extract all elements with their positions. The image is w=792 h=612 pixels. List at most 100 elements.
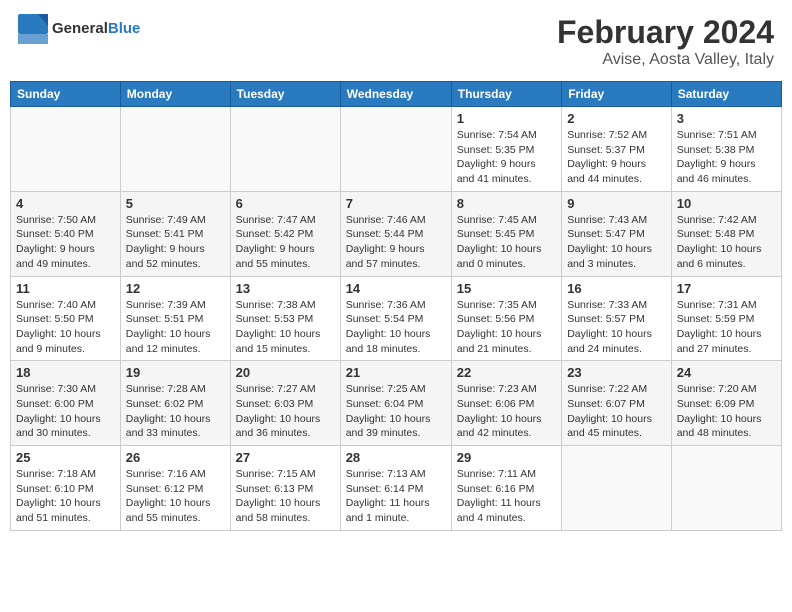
day-number: 18 (16, 365, 115, 380)
day-number: 24 (677, 365, 776, 380)
day-number: 3 (677, 111, 776, 126)
day-cell: 27Sunrise: 7:15 AM Sunset: 6:13 PM Dayli… (230, 446, 340, 531)
day-cell: 21Sunrise: 7:25 AM Sunset: 6:04 PM Dayli… (340, 361, 451, 446)
week-row-2: 4 Sunrise: 7:50 AM Sunset: 5:40 PM Daylig… (11, 191, 782, 276)
day-cell: 7 Sunrise: 7:46 AM Sunset: 5:44 PM Daylig… (340, 191, 451, 276)
day-cell: 13 Sunrise: 7:38 AM Sunset: 5:53 PM Dayli… (230, 276, 340, 361)
day-number: 23 (567, 365, 666, 380)
day-cell: 8 Sunrise: 7:45 AM Sunset: 5:45 PM Daylig… (451, 191, 561, 276)
day-cell: 10 Sunrise: 7:42 AM Sunset: 5:48 PM Dayli… (671, 191, 781, 276)
day-info: Sunrise: 7:42 AM Sunset: 5:48 PM Dayligh… (677, 213, 776, 272)
day-cell: 6Sunrise: 7:47 AM Sunset: 5:42 PM Daylig… (230, 191, 340, 276)
day-cell: 11 Sunrise: 7:40 AM Sunset: 5:50 PM Dayli… (11, 276, 121, 361)
day-info: Sunrise: 7:45 AM Sunset: 5:45 PM Dayligh… (457, 213, 556, 272)
day-cell: 26 Sunrise: 7:16 AM Sunset: 6:12 PM Dayli… (120, 446, 230, 531)
day-info: Sunrise: 7:49 AM Sunset: 5:41 PM Dayligh… (126, 213, 225, 272)
day-cell: 9Sunrise: 7:43 AM Sunset: 5:47 PM Daylig… (562, 191, 672, 276)
day-info: Sunrise: 7:40 AM Sunset: 5:50 PM Dayligh… (16, 298, 115, 357)
day-cell (120, 107, 230, 192)
day-number: 13 (236, 281, 335, 296)
column-header-sunday: Sunday (11, 82, 121, 107)
day-info: Sunrise: 7:36 AM Sunset: 5:54 PM Dayligh… (346, 298, 446, 357)
column-header-wednesday: Wednesday (340, 82, 451, 107)
day-cell: 3 Sunrise: 7:51 AM Sunset: 5:38 PM Daylig… (671, 107, 781, 192)
day-cell: 29 Sunrise: 7:11 AM Sunset: 6:16 PM Dayli… (451, 446, 561, 531)
day-info: Sunrise: 7:16 AM Sunset: 6:12 PM Dayligh… (126, 467, 225, 526)
day-cell: 12 Sunrise: 7:39 AM Sunset: 5:51 PM Dayli… (120, 276, 230, 361)
day-cell: 5 Sunrise: 7:49 AM Sunset: 5:41 PM Daylig… (120, 191, 230, 276)
day-info: Sunrise: 7:11 AM Sunset: 6:16 PM Dayligh… (457, 467, 556, 526)
day-cell: 19Sunrise: 7:28 AM Sunset: 6:02 PM Dayli… (120, 361, 230, 446)
column-header-friday: Friday (562, 82, 672, 107)
day-cell (11, 107, 121, 192)
page-header: GeneralBlue February 2024 Avise, Aosta V… (10, 10, 782, 73)
day-cell (671, 446, 781, 531)
day-number: 14 (346, 281, 446, 296)
day-info: Sunrise: 7:46 AM Sunset: 5:44 PM Dayligh… (346, 213, 446, 272)
day-cell: 2 Sunrise: 7:52 AM Sunset: 5:37 PM Daylig… (562, 107, 672, 192)
day-number: 11 (16, 281, 115, 296)
day-info: Sunrise: 7:20 AM Sunset: 6:09 PM Dayligh… (677, 382, 776, 441)
week-row-3: 11 Sunrise: 7:40 AM Sunset: 5:50 PM Dayli… (11, 276, 782, 361)
week-row-4: 18 Sunrise: 7:30 AM Sunset: 6:00 PM Dayli… (11, 361, 782, 446)
day-info: Sunrise: 7:54 AM Sunset: 5:35 PM Dayligh… (457, 128, 556, 187)
day-cell (340, 107, 451, 192)
day-info: Sunrise: 7:13 AM Sunset: 6:14 PM Dayligh… (346, 467, 446, 526)
logo-icon (18, 14, 48, 44)
calendar-body: 1 Sunrise: 7:54 AM Sunset: 5:35 PM Daylig… (11, 107, 782, 531)
logo: GeneralBlue (18, 14, 140, 44)
day-number: 10 (677, 196, 776, 211)
day-cell: 16Sunrise: 7:33 AM Sunset: 5:57 PM Dayli… (562, 276, 672, 361)
day-number: 28 (346, 450, 446, 465)
day-info: Sunrise: 7:35 AM Sunset: 5:56 PM Dayligh… (457, 298, 556, 357)
day-info: Sunrise: 7:31 AM Sunset: 5:59 PM Dayligh… (677, 298, 776, 357)
day-number: 8 (457, 196, 556, 211)
day-number: 12 (126, 281, 225, 296)
column-header-saturday: Saturday (671, 82, 781, 107)
column-header-thursday: Thursday (451, 82, 561, 107)
day-cell: 24 Sunrise: 7:20 AM Sunset: 6:09 PM Dayli… (671, 361, 781, 446)
day-cell: 20Sunrise: 7:27 AM Sunset: 6:03 PM Dayli… (230, 361, 340, 446)
day-number: 4 (16, 196, 115, 211)
day-info: Sunrise: 7:23 AM Sunset: 6:06 PM Dayligh… (457, 382, 556, 441)
location-title: Avise, Aosta Valley, Italy (557, 51, 774, 69)
day-info: Sunrise: 7:33 AM Sunset: 5:57 PM Dayligh… (567, 298, 666, 357)
day-number: 9 (567, 196, 666, 211)
day-cell: 25 Sunrise: 7:18 AM Sunset: 6:10 PM Dayli… (11, 446, 121, 531)
day-number: 2 (567, 111, 666, 126)
day-info: Sunrise: 7:51 AM Sunset: 5:38 PM Dayligh… (677, 128, 776, 187)
day-cell: 15 Sunrise: 7:35 AM Sunset: 5:56 PM Dayli… (451, 276, 561, 361)
day-info: Sunrise: 7:28 AM Sunset: 6:02 PM Dayligh… (126, 382, 225, 441)
day-cell: 18 Sunrise: 7:30 AM Sunset: 6:00 PM Dayli… (11, 361, 121, 446)
day-cell (562, 446, 672, 531)
day-number: 17 (677, 281, 776, 296)
day-info: Sunrise: 7:30 AM Sunset: 6:00 PM Dayligh… (16, 382, 115, 441)
day-number: 20 (236, 365, 335, 380)
day-info: Sunrise: 7:39 AM Sunset: 5:51 PM Dayligh… (126, 298, 225, 357)
day-number: 7 (346, 196, 446, 211)
title-block: February 2024 Avise, Aosta Valley, Italy (557, 14, 774, 69)
day-number: 22 (457, 365, 556, 380)
day-number: 1 (457, 111, 556, 126)
column-header-monday: Monday (120, 82, 230, 107)
day-cell: 17 Sunrise: 7:31 AM Sunset: 5:59 PM Dayli… (671, 276, 781, 361)
day-cell: 1 Sunrise: 7:54 AM Sunset: 5:35 PM Daylig… (451, 107, 561, 192)
week-row-1: 1 Sunrise: 7:54 AM Sunset: 5:35 PM Daylig… (11, 107, 782, 192)
calendar-header-row: SundayMondayTuesdayWednesdayThursdayFrid… (11, 82, 782, 107)
day-info: Sunrise: 7:52 AM Sunset: 5:37 PM Dayligh… (567, 128, 666, 187)
day-number: 5 (126, 196, 225, 211)
day-number: 15 (457, 281, 556, 296)
day-cell: 22 Sunrise: 7:23 AM Sunset: 6:06 PM Dayli… (451, 361, 561, 446)
day-number: 29 (457, 450, 556, 465)
day-info: Sunrise: 7:18 AM Sunset: 6:10 PM Dayligh… (16, 467, 115, 526)
logo-general: General (52, 20, 108, 37)
day-info: Sunrise: 7:50 AM Sunset: 5:40 PM Dayligh… (16, 213, 115, 272)
day-info: Sunrise: 7:22 AM Sunset: 6:07 PM Dayligh… (567, 382, 666, 441)
day-number: 25 (16, 450, 115, 465)
day-info: Sunrise: 7:15 AM Sunset: 6:13 PM Dayligh… (236, 467, 335, 526)
day-number: 26 (126, 450, 225, 465)
month-title: February 2024 (557, 14, 774, 51)
day-info: Sunrise: 7:38 AM Sunset: 5:53 PM Dayligh… (236, 298, 335, 357)
day-cell (230, 107, 340, 192)
column-header-tuesday: Tuesday (230, 82, 340, 107)
